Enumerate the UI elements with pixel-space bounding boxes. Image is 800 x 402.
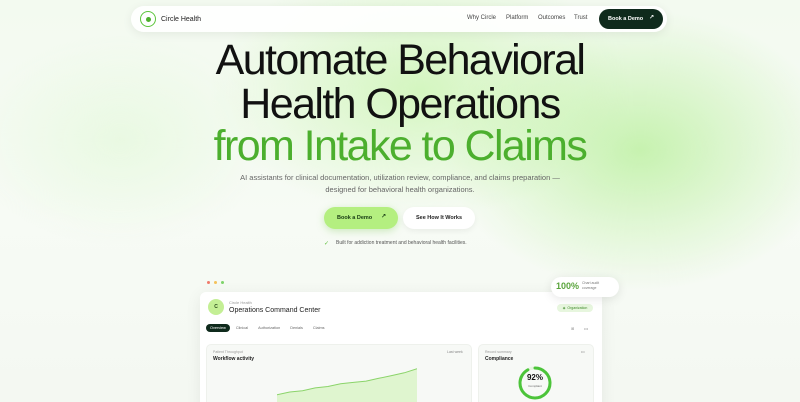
circle-logo-icon bbox=[140, 11, 156, 27]
tab-clinical[interactable]: Clinical bbox=[232, 324, 252, 332]
compliance-percent: 92% bbox=[526, 373, 543, 382]
nav-link-trust[interactable]: Trust bbox=[574, 15, 587, 21]
grid-icon[interactable]: ⊞ bbox=[571, 326, 574, 331]
organization-badge-label: Organization bbox=[567, 306, 588, 310]
see-how-it-works-button[interactable]: See How It Works bbox=[403, 207, 475, 229]
workflow-trend-chart bbox=[277, 368, 417, 402]
workflow-card: Patient Throughput Workflow activity Las… bbox=[206, 344, 472, 402]
nav-link-platform[interactable]: Platform bbox=[506, 15, 528, 21]
compliance-card-title: Compliance bbox=[485, 356, 514, 362]
tab-claims[interactable]: Claims bbox=[309, 324, 329, 332]
workflow-card-title: Workflow activity bbox=[213, 356, 255, 362]
tab-overview[interactable]: Overview bbox=[206, 324, 230, 332]
audit-coverage-label: Chart audit coverage bbox=[582, 281, 600, 290]
organization-badge: ◈ Organization bbox=[557, 304, 593, 312]
tab-denials[interactable]: Denials bbox=[286, 324, 307, 332]
hero-note: Built for addiction treatment and behavi… bbox=[336, 240, 467, 246]
window-maximize-dot bbox=[221, 281, 224, 284]
dashboard-org: Circle Health bbox=[229, 300, 252, 305]
tab-authorization[interactable]: Authorization bbox=[254, 324, 284, 332]
window-minimize-dot bbox=[214, 281, 217, 284]
nav-link-why-circle[interactable]: Why Circle bbox=[467, 15, 496, 21]
hero-heading-line-1: Automate Behavioral bbox=[215, 36, 586, 84]
nav-cta-label: Book a Demo bbox=[608, 16, 644, 22]
compliance-card-eyebrow: Record summary bbox=[485, 350, 512, 354]
nav-book-demo-button[interactable]: Book a Demo ↗ bbox=[599, 9, 663, 29]
compliance-label: Compliant bbox=[528, 384, 542, 388]
dashboard-title: Operations Command Center bbox=[229, 307, 321, 314]
brand-name: Circle Health bbox=[161, 15, 202, 23]
workflow-card-eyebrow: Patient Throughput bbox=[213, 350, 243, 354]
brand-logo[interactable]: Circle Health bbox=[140, 11, 201, 27]
more-icon[interactable]: ••• bbox=[584, 326, 588, 331]
hero-subtitle: AI assistants for clinical documentation… bbox=[240, 173, 560, 194]
window-close-dot bbox=[207, 281, 210, 284]
hero-heading-line-3: from Intake to Claims bbox=[213, 122, 588, 170]
nav-link-outcomes[interactable]: Outcomes bbox=[538, 15, 565, 21]
avatar: C bbox=[208, 299, 224, 315]
dashboard-preview: C Circle Health Operations Command Cente… bbox=[200, 292, 602, 402]
top-nav: Circle Health Why Circle Platform Outcom… bbox=[131, 6, 667, 32]
compliance-ring bbox=[518, 366, 552, 400]
hero-book-demo-button[interactable]: Book a Demo ↗ bbox=[324, 207, 398, 229]
more-icon[interactable]: ••• bbox=[581, 350, 585, 354]
hero-book-demo-label: Book a Demo bbox=[337, 215, 373, 221]
compliance-card: Record summary Compliance ••• 92% Compli… bbox=[478, 344, 594, 402]
arrow-up-right-icon: ↗ bbox=[380, 214, 386, 220]
workflow-range-select[interactable]: Last week bbox=[447, 350, 463, 354]
shield-icon: ◈ bbox=[562, 306, 566, 310]
workflow-trend-area bbox=[277, 368, 417, 402]
audit-coverage-badge: 100% Chart audit coverage bbox=[551, 277, 619, 297]
audit-coverage-value: 100% bbox=[556, 281, 580, 291]
arrow-up-right-icon: ↗ bbox=[648, 15, 654, 21]
dashboard-tabs: Overview Clinical Authorization Denials … bbox=[206, 324, 329, 332]
window-controls bbox=[207, 281, 224, 284]
check-icon: ✓ bbox=[324, 241, 330, 247]
hero-heading-line-2: Health Operations bbox=[240, 80, 561, 128]
